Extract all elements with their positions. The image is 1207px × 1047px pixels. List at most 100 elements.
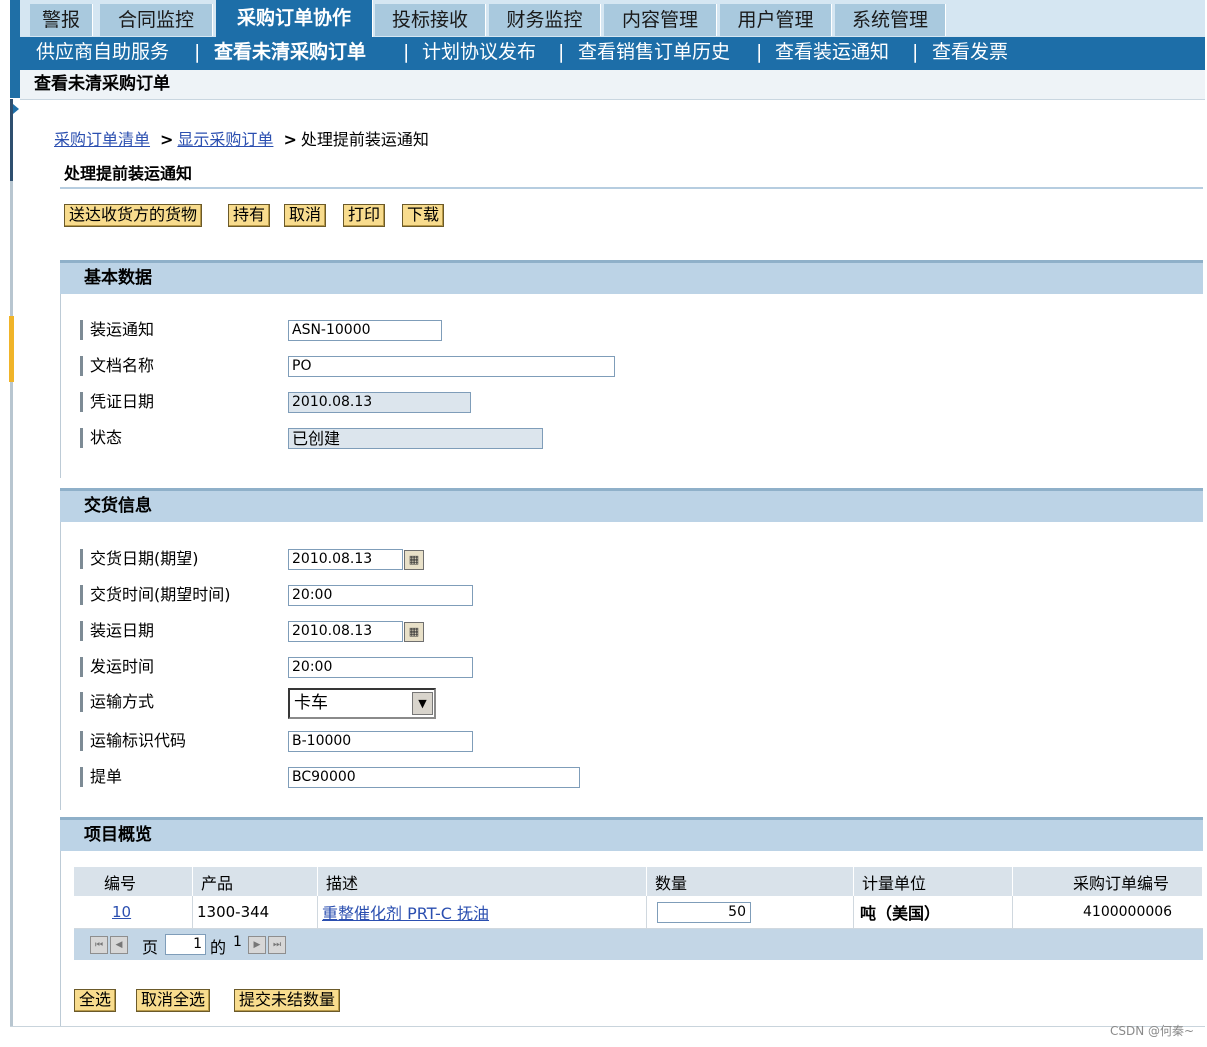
pager-total: 1 bbox=[233, 934, 242, 950]
asn-label: 装运通知 bbox=[80, 320, 154, 340]
deselect-all-button[interactable]: 取消全选 bbox=[136, 989, 211, 1012]
ship-date-label: 装运日期 bbox=[80, 621, 154, 641]
left-gutter bbox=[10, 99, 13, 1027]
hold-button[interactable]: 持有 bbox=[228, 204, 271, 227]
last-page-icon[interactable]: ⏭ bbox=[268, 936, 286, 954]
pager-of-label: 的 bbox=[210, 938, 227, 957]
item-product: 1300-344 bbox=[192, 896, 318, 929]
item-uom: 吨（美国） bbox=[853, 896, 1013, 929]
sub-navigation: 供应商自助服务 | 查看未清采购订单 | 计划协议发布 | 查看销售订单历史 |… bbox=[20, 37, 1205, 70]
tab-contract-monitor[interactable]: 合同监控 bbox=[100, 4, 213, 36]
delivery-info-header: 交货信息 bbox=[60, 488, 1203, 522]
select-all-button[interactable]: 全选 bbox=[74, 989, 117, 1012]
item-description-link[interactable]: 重整催化剂 PRT-C 抚油 bbox=[322, 904, 489, 923]
item-overview-title: 项目概览 bbox=[84, 825, 152, 845]
expand-arrow-icon[interactable] bbox=[13, 104, 19, 114]
delivery-date-calendar-icon[interactable]: ▦ bbox=[404, 550, 424, 570]
col-po-number[interactable]: 采购订单编号 bbox=[1012, 867, 1203, 896]
delivery-date-field[interactable]: 2010.08.13 bbox=[288, 549, 403, 570]
subnav-invoices[interactable]: 查看发票 bbox=[932, 37, 1008, 68]
previous-page-icon[interactable]: ◀ bbox=[110, 936, 128, 954]
breadcrumb: 采购订单清单 > 显示采购订单 > 处理提前装运通知 bbox=[54, 126, 429, 150]
subnav-separator: | bbox=[912, 41, 919, 63]
transport-mode-value: 卡车 bbox=[294, 693, 328, 713]
print-button[interactable]: 打印 bbox=[343, 204, 386, 227]
bill-of-lading-field[interactable]: BC90000 bbox=[288, 767, 580, 788]
tab-finance-monitor[interactable]: 财务监控 bbox=[489, 4, 601, 36]
subnav-shipping-notice[interactable]: 查看装运通知 bbox=[775, 37, 889, 68]
delivery-time-label: 交货时间(期望时间) bbox=[80, 585, 231, 605]
ship-date-field[interactable]: 2010.08.13 bbox=[288, 621, 403, 642]
col-quantity[interactable]: 数量 bbox=[646, 867, 854, 896]
page-title-bar: 查看未清采购订单 bbox=[20, 70, 1205, 100]
subnav-supplier-self-service[interactable]: 供应商自助服务 bbox=[36, 37, 169, 68]
ship-time-field[interactable]: 20:00 bbox=[288, 657, 473, 678]
tab-content-management[interactable]: 内容管理 bbox=[604, 4, 717, 36]
col-uom[interactable]: 计量单位 bbox=[853, 867, 1013, 896]
subnav-separator: | bbox=[403, 41, 410, 63]
bill-of-lading-label: 提单 bbox=[80, 767, 122, 787]
col-product[interactable]: 产品 bbox=[192, 867, 318, 896]
subnav-open-po[interactable]: 查看未清采购订单 bbox=[214, 37, 366, 68]
doc-date-label: 凭证日期 bbox=[80, 392, 154, 412]
left-edge-strip bbox=[10, 0, 20, 98]
breadcrumb-show-po[interactable]: 显示采购订单 bbox=[177, 130, 273, 149]
deliver-to-recipient-button[interactable]: 送达收货方的货物 bbox=[64, 204, 203, 227]
subnav-separator: | bbox=[194, 41, 201, 63]
transport-id-field[interactable]: B-10000 bbox=[288, 731, 473, 752]
status-field: 已创建 bbox=[288, 428, 543, 449]
item-number-link[interactable]: 10 bbox=[112, 903, 131, 921]
breadcrumb-po-list[interactable]: 采购订单清单 bbox=[54, 130, 150, 149]
table-header-row: 编号 产品 描述 数量 计量单位 采购订单编号 bbox=[74, 867, 1203, 896]
tab-user-management[interactable]: 用户管理 bbox=[720, 4, 832, 36]
doc-date-field: 2010.08.13 bbox=[288, 392, 471, 413]
col-number[interactable]: 编号 bbox=[74, 867, 193, 896]
section-title: 处理提前装运通知 bbox=[60, 160, 1203, 189]
table-pager: ⏮ ◀ 页 1 的 1 ▶ ⏭ bbox=[74, 929, 1203, 960]
chevron-down-icon[interactable]: ▼ bbox=[412, 692, 433, 715]
delivery-time-field[interactable]: 20:00 bbox=[288, 585, 473, 606]
pager-page-input[interactable]: 1 bbox=[165, 934, 206, 955]
ship-date-calendar-icon[interactable]: ▦ bbox=[404, 622, 424, 642]
tab-bid-receipt[interactable]: 投标接收 bbox=[375, 4, 486, 36]
top-tab-bar: 警报 合同监控 采购订单协作 投标接收 财务监控 内容管理 用户管理 系统管理 bbox=[20, 0, 1205, 37]
section-title-text: 处理提前装运通知 bbox=[64, 164, 193, 183]
transport-mode-label: 运输方式 bbox=[80, 692, 154, 712]
delivery-date-label: 交货日期(期望) bbox=[80, 549, 199, 569]
ship-time-label: 发运时间 bbox=[80, 657, 154, 677]
subnav-sales-order-history[interactable]: 查看销售订单历史 bbox=[578, 37, 730, 68]
subnav-separator: | bbox=[756, 41, 763, 63]
breadcrumb-current: 处理提前装运通知 bbox=[300, 130, 429, 149]
basic-data-header: 基本数据 bbox=[60, 260, 1203, 294]
transport-mode-select[interactable]: 卡车 ▼ bbox=[288, 688, 436, 719]
basic-data-panel bbox=[60, 294, 1204, 478]
doc-name-field[interactable]: PO bbox=[288, 356, 615, 377]
submit-open-quantity-button[interactable]: 提交未结数量 bbox=[234, 989, 341, 1012]
doc-name-label: 文档名称 bbox=[80, 356, 154, 376]
basic-data-title: 基本数据 bbox=[84, 268, 152, 288]
item-po-number: 4100000006 bbox=[1012, 896, 1203, 929]
first-page-icon[interactable]: ⏮ bbox=[90, 936, 108, 954]
watermark: CSDN @何秦~ bbox=[1110, 1024, 1195, 1038]
breadcrumb-arrow: > bbox=[283, 130, 297, 149]
cancel-button[interactable]: 取消 bbox=[284, 204, 327, 227]
transport-id-label: 运输标识代码 bbox=[80, 731, 186, 751]
delivery-info-title: 交货信息 bbox=[84, 496, 152, 516]
next-page-icon[interactable]: ▶ bbox=[248, 936, 266, 954]
status-label: 状态 bbox=[80, 428, 122, 448]
page-title: 查看未清采购订单 bbox=[34, 74, 170, 94]
subnav-separator: | bbox=[558, 41, 565, 63]
tab-system-management[interactable]: 系统管理 bbox=[835, 4, 946, 36]
table-row: 10 1300-344 重整催化剂 PRT-C 抚油 50 吨（美国） 4100… bbox=[74, 896, 1203, 929]
breadcrumb-arrow: > bbox=[160, 130, 174, 149]
bottom-divider bbox=[10, 1026, 1205, 1027]
item-quantity-field[interactable]: 50 bbox=[657, 901, 751, 923]
pager-page-label: 页 bbox=[142, 938, 159, 957]
col-description[interactable]: 描述 bbox=[317, 867, 647, 896]
download-button[interactable]: 下载 bbox=[402, 204, 445, 227]
asn-field[interactable]: ASN-10000 bbox=[288, 320, 442, 341]
tab-alerts[interactable]: 警报 bbox=[30, 4, 93, 36]
delivery-info-panel bbox=[60, 522, 1204, 810]
tab-po-collaboration[interactable]: 采购订单协作 bbox=[216, 0, 373, 37]
subnav-schedule-release[interactable]: 计划协议发布 bbox=[422, 37, 536, 68]
